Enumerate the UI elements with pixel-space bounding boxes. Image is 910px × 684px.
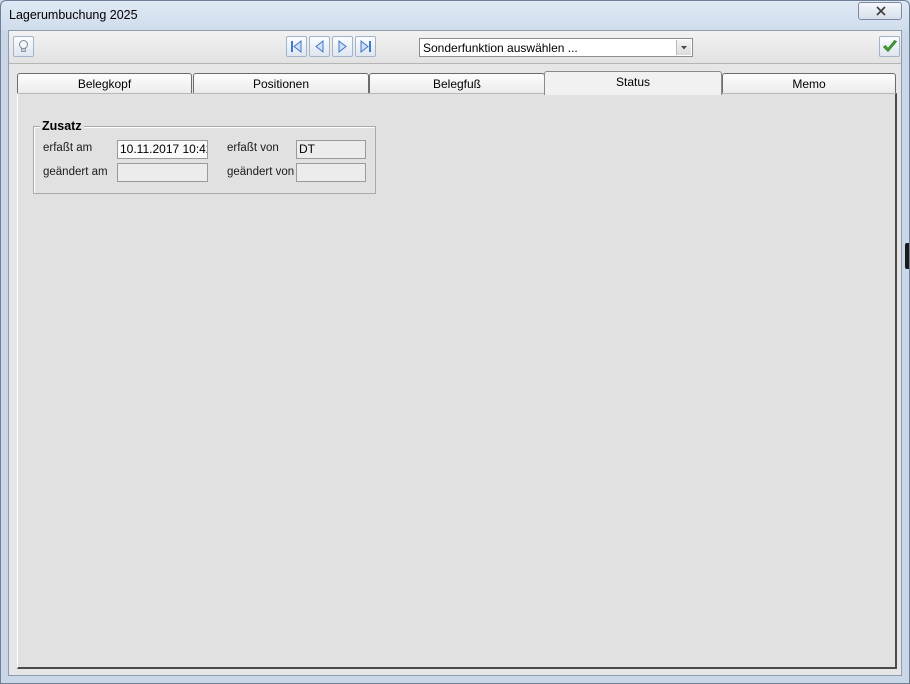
content-area: Sonderfunktion auswählen ... Belegkopf P… xyxy=(8,30,902,676)
tab-status[interactable]: Status xyxy=(544,71,722,95)
changed-by-label: geändert von xyxy=(227,166,295,178)
close-button[interactable] xyxy=(858,2,902,20)
tab-label: Belegkopf xyxy=(77,77,132,91)
last-record-icon xyxy=(360,39,371,54)
resize-grip[interactable] xyxy=(905,243,909,269)
tab-label: Status xyxy=(615,75,651,89)
changed-by-field[interactable] xyxy=(296,163,366,182)
tab-label: Belegfuß xyxy=(432,77,482,91)
toolbar: Sonderfunktion auswählen ... xyxy=(9,31,901,64)
special-function-value: Sonderfunktion auswählen ... xyxy=(423,41,578,55)
title-bar[interactable]: Lagerumbuchung 2025 xyxy=(1,1,909,29)
confirm-button[interactable] xyxy=(879,36,900,57)
tab-label: Positionen xyxy=(252,77,310,91)
main-window: Lagerumbuchung 2025 Sonderfunktion auswä… xyxy=(0,0,910,684)
group-title: Zusatz xyxy=(40,119,84,133)
zusatz-group: Zusatz erfaßt am 10.11.2017 10:42 erfaßt… xyxy=(33,119,376,194)
dropdown-arrow-button[interactable] xyxy=(676,40,691,55)
tab-memo[interactable]: Memo xyxy=(722,73,896,93)
previous-record-button[interactable] xyxy=(309,36,330,57)
tab-label: Memo xyxy=(792,77,826,91)
first-record-icon xyxy=(291,39,302,54)
tab-bar: Belegkopf Positionen Belegfuß Status Mem… xyxy=(17,71,897,95)
last-record-button[interactable] xyxy=(355,36,376,57)
window-title: Lagerumbuchung 2025 xyxy=(9,8,138,22)
next-record-button[interactable] xyxy=(332,36,353,57)
status-panel: Zusatz erfaßt am 10.11.2017 10:42 erfaßt… xyxy=(17,93,897,669)
created-at-field[interactable]: 10.11.2017 10:42 xyxy=(117,140,208,159)
first-record-button[interactable] xyxy=(286,36,307,57)
created-by-label: erfaßt von xyxy=(227,142,279,154)
changed-at-field[interactable] xyxy=(117,163,208,182)
tab-positionen[interactable]: Positionen xyxy=(193,73,369,93)
next-record-icon xyxy=(338,39,347,54)
previous-record-icon xyxy=(315,39,324,54)
checkmark-icon xyxy=(882,39,898,53)
special-function-select[interactable]: Sonderfunktion auswählen ... xyxy=(419,38,693,57)
created-at-label: erfaßt am xyxy=(43,142,93,154)
close-icon xyxy=(876,6,886,16)
tab-belegkopf[interactable]: Belegkopf xyxy=(17,73,192,93)
created-by-field[interactable]: DT xyxy=(296,140,366,159)
chevron-down-icon xyxy=(681,46,687,50)
hint-button[interactable] xyxy=(13,36,34,57)
changed-at-label: geändert am xyxy=(43,166,108,178)
lightbulb-icon xyxy=(19,40,28,52)
tab-belegfuss[interactable]: Belegfuß xyxy=(369,73,545,93)
